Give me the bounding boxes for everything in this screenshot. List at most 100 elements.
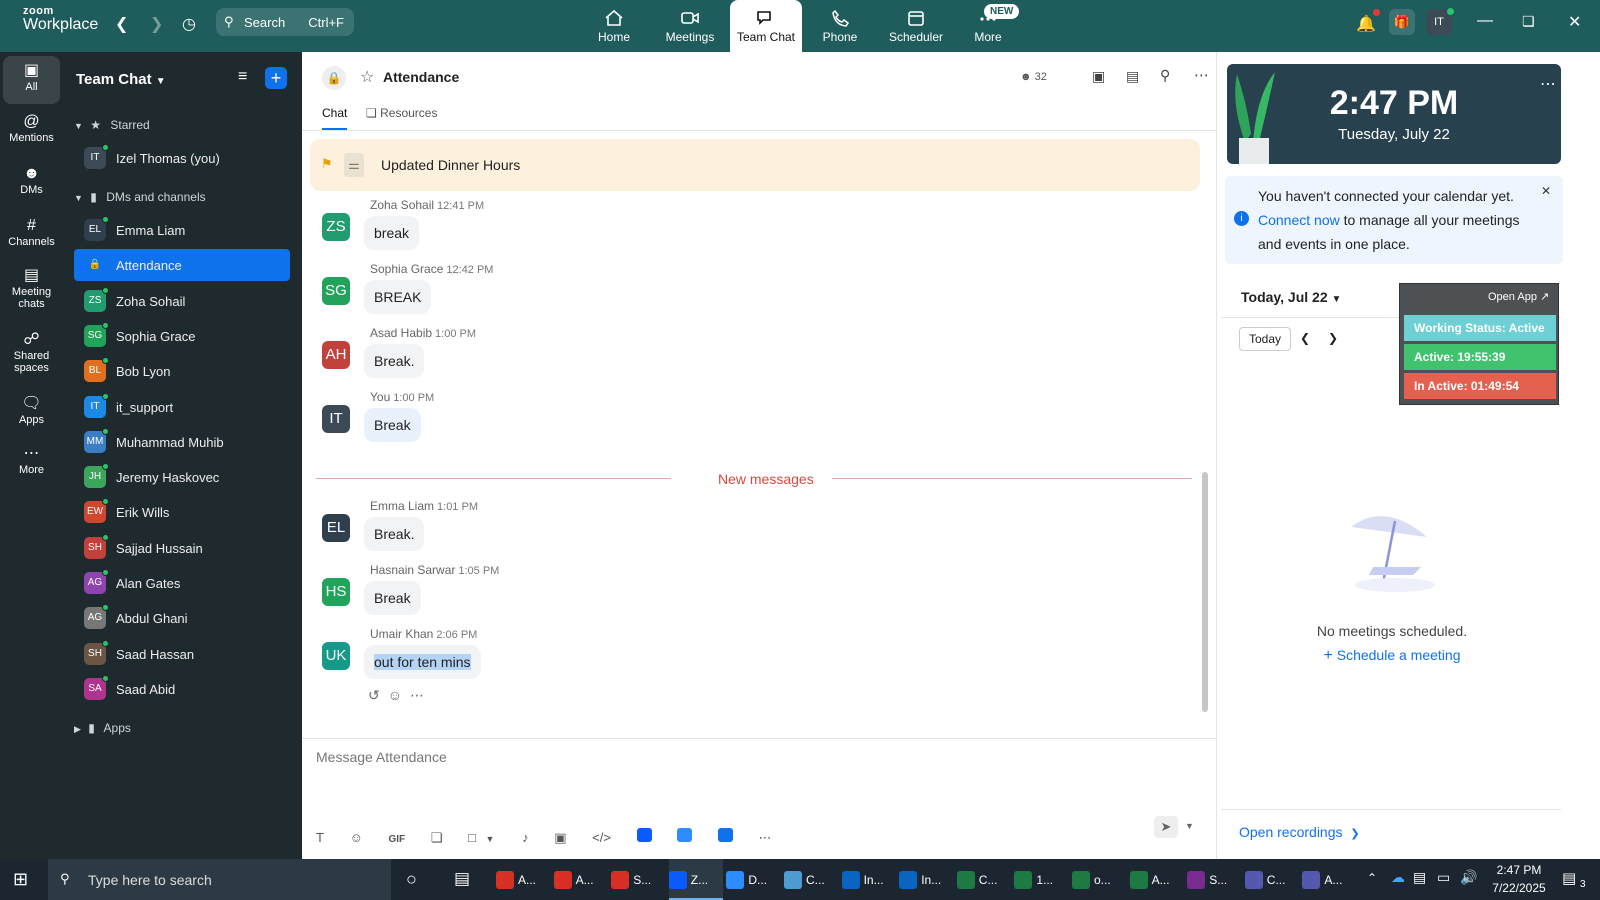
sender-name[interactable]: Umair Khan bbox=[370, 627, 433, 641]
sidebar-item[interactable]: ZS Zoha Sohail bbox=[74, 285, 290, 317]
network-icon[interactable]: ▤ bbox=[1413, 869, 1426, 886]
more-options-icon[interactable]: ⋯ bbox=[1194, 66, 1209, 84]
taskbar-clock-date[interactable]: 7/22/2025 bbox=[1486, 881, 1552, 895]
rail-dms[interactable]: ☻ DMs bbox=[3, 164, 60, 212]
taskbar-app[interactable]: 1... bbox=[1014, 859, 1068, 900]
sidebar-item[interactable]: AG Alan Gates bbox=[74, 567, 290, 599]
members-button[interactable]: ☻ 32 bbox=[1020, 71, 1047, 83]
tab-meetings[interactable]: Meetings bbox=[654, 0, 726, 52]
filter-icon[interactable]: ≡ bbox=[238, 68, 247, 86]
volume-icon[interactable]: 🔊 bbox=[1460, 869, 1477, 886]
text-format-icon[interactable]: T bbox=[316, 830, 324, 845]
sender-avatar[interactable]: ZS bbox=[322, 213, 350, 241]
open-recordings-link[interactable]: Open recordings ❯ bbox=[1239, 824, 1360, 840]
taskbar-app[interactable]: C... bbox=[956, 859, 1011, 900]
sidebar-item[interactable]: SG Sophia Grace bbox=[74, 320, 290, 352]
new-chat-button[interactable]: + bbox=[265, 67, 287, 89]
code-icon[interactable]: </> bbox=[592, 830, 611, 845]
windows-start-icon[interactable]: ⊞ bbox=[13, 869, 28, 890]
rail-shared-spaces[interactable]: ☍ Shared spaces bbox=[3, 330, 60, 384]
apps-section-header[interactable]: ▶ ▮ Apps bbox=[74, 721, 131, 735]
file-icon[interactable]: ❏ bbox=[431, 830, 443, 845]
sender-avatar[interactable]: EL bbox=[322, 514, 350, 542]
sender-avatar[interactable]: HS bbox=[322, 578, 350, 606]
schedule-meeting-link[interactable]: + Schedule a meeting bbox=[1217, 647, 1567, 665]
video-call-icon[interactable]: ▣ bbox=[1092, 68, 1105, 85]
sender-name[interactable]: Hasnain Sarwar bbox=[370, 563, 455, 577]
sender-name[interactable]: Asad Habib bbox=[370, 326, 432, 340]
reply-icon[interactable]: ↺ bbox=[368, 687, 388, 703]
sidebar-item[interactable]: EL Emma Liam bbox=[74, 214, 290, 246]
bell-icon[interactable]: 🔔 bbox=[1356, 14, 1376, 34]
tab-home[interactable]: Home bbox=[578, 0, 650, 52]
starred-section-header[interactable]: ▼ ★ Starred bbox=[74, 118, 150, 132]
taskbar-app[interactable]: A... bbox=[553, 859, 608, 900]
app2-icon[interactable] bbox=[677, 828, 693, 842]
app3-icon[interactable] bbox=[717, 828, 733, 842]
search-box[interactable]: ⚲ Search Ctrl+F bbox=[216, 8, 354, 36]
tab-scheduler[interactable]: Scheduler bbox=[880, 0, 952, 52]
taskbar-app[interactable]: In... bbox=[841, 859, 896, 900]
taskbar-app[interactable]: A... bbox=[496, 859, 550, 900]
sender-avatar[interactable]: UK bbox=[322, 642, 350, 670]
tab-chat[interactable]: Chat bbox=[322, 106, 348, 130]
taskbar-search[interactable]: ⚲ Type here to search bbox=[48, 859, 391, 900]
sender-name[interactable]: Zoha Sohail bbox=[370, 198, 434, 212]
sender-avatar[interactable]: AH bbox=[322, 341, 350, 369]
sidebar-item[interactable]: EW Erik Wills bbox=[74, 496, 290, 528]
sender-name[interactable]: Sophia Grace bbox=[370, 262, 443, 276]
sidebar-item[interactable]: SH Sajjad Hussain bbox=[74, 532, 290, 564]
taskbar-app[interactable]: o... bbox=[1072, 859, 1126, 900]
sidebar-title[interactable]: Team Chat ▼ bbox=[76, 71, 166, 88]
star-outline-icon[interactable]: ☆ bbox=[360, 67, 374, 87]
sender-name[interactable]: You bbox=[370, 390, 390, 404]
chevron-down-icon[interactable]: ▼ bbox=[486, 834, 495, 844]
day-selector[interactable]: Today, Jul 22 ▼ bbox=[1241, 289, 1341, 305]
back-arrow-icon[interactable]: ❮ bbox=[115, 14, 128, 34]
rail-all[interactable]: ▣ All bbox=[3, 56, 60, 104]
forward-arrow-icon[interactable]: ❯ bbox=[150, 14, 163, 34]
next-day-icon[interactable]: ❯ bbox=[1328, 331, 1338, 345]
dismiss-notice-icon[interactable]: ✕ bbox=[1541, 184, 1551, 198]
emoji-icon[interactable]: ☺ bbox=[350, 830, 363, 845]
gift-icon[interactable]: 🎁 bbox=[1389, 9, 1415, 35]
sidebar-item[interactable]: SA Saad Abid bbox=[74, 673, 290, 705]
open-app-button[interactable]: Open App ↗ bbox=[1488, 290, 1549, 303]
screenshot-icon[interactable]: □ bbox=[468, 830, 476, 845]
history-icon[interactable]: ◷ bbox=[182, 14, 196, 34]
gif-icon[interactable]: GIF bbox=[388, 834, 405, 845]
connect-now-link[interactable]: Connect now bbox=[1258, 212, 1340, 228]
taskbar-app[interactable]: A... bbox=[1129, 859, 1184, 900]
mic-icon[interactable]: ♪ bbox=[522, 830, 529, 845]
pinned-message[interactable]: ⚑ ⚌ Updated Dinner Hours bbox=[310, 139, 1200, 191]
task-view-icon[interactable]: ▤ bbox=[454, 869, 470, 889]
taskbar-app[interactable]: In... bbox=[899, 859, 953, 900]
calendar-icon[interactable]: ▤ bbox=[1126, 68, 1139, 85]
sender-avatar[interactable]: SG bbox=[322, 277, 350, 305]
channel-title[interactable]: Attendance bbox=[383, 69, 459, 85]
rail-apps[interactable]: 🗨 Apps bbox=[3, 394, 60, 442]
sidebar-item-starred[interactable]: IT Izel Thomas (you) bbox=[74, 142, 290, 174]
app1-icon[interactable] bbox=[636, 828, 652, 842]
rail-meeting-chats[interactable]: ▤ Meeting chats bbox=[3, 266, 60, 320]
sidebar-item[interactable]: JH Jeremy Haskovec bbox=[74, 461, 290, 493]
search-icon[interactable]: ⚲ bbox=[1160, 67, 1170, 84]
sidebar-item[interactable]: MM Muhammad Muhib bbox=[74, 426, 290, 458]
cortana-icon[interactable]: ○ bbox=[406, 869, 417, 890]
taskbar-app[interactable]: C... bbox=[1244, 859, 1299, 900]
taskbar-app[interactable]: D... bbox=[726, 859, 780, 900]
video-clip-icon[interactable]: ▣ bbox=[554, 830, 566, 845]
taskbar-app[interactable]: S... bbox=[1187, 859, 1241, 900]
send-icon[interactable]: ➤ bbox=[1154, 816, 1178, 838]
rail-more[interactable]: ⋯ More bbox=[3, 444, 60, 492]
dms-section-header[interactable]: ▼ ▮ DMs and channels bbox=[74, 190, 206, 204]
tab-resources[interactable]: ❏ Resources bbox=[366, 106, 437, 120]
message-input[interactable]: Message Attendance bbox=[316, 749, 1196, 779]
minimize-icon[interactable]: — bbox=[1477, 12, 1493, 30]
taskbar-app[interactable]: C... bbox=[784, 859, 838, 900]
reaction-icon[interactable]: ☺ bbox=[388, 687, 410, 703]
tab-phone[interactable]: Phone bbox=[804, 0, 876, 52]
taskbar-app[interactable]: A... bbox=[1302, 859, 1356, 900]
sender-name[interactable]: Emma Liam bbox=[370, 499, 434, 513]
sidebar-item[interactable]: AG Abdul Ghani bbox=[74, 602, 290, 634]
